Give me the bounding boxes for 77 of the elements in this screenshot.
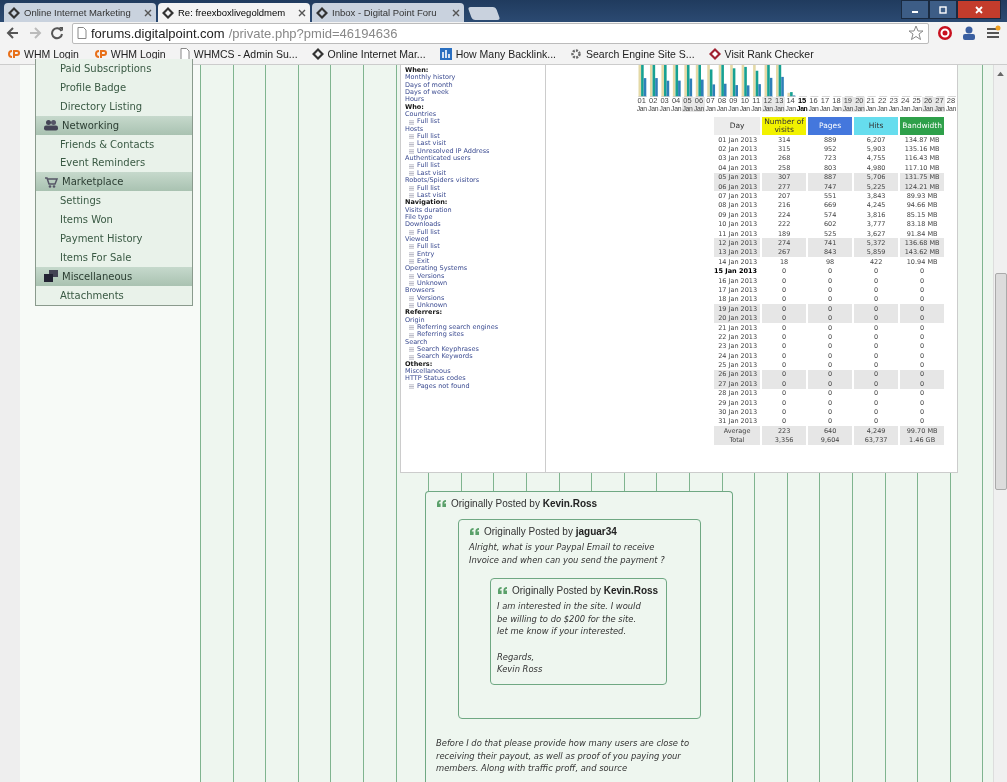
- diamond-logo-icon: [8, 6, 20, 19]
- close-icon[interactable]: [298, 8, 306, 17]
- browser-tab[interactable]: Inbox - Digital Point Foru: [312, 3, 464, 22]
- bookmark-link[interactable]: WHM Login: [6, 48, 79, 60]
- page-icon: [77, 27, 87, 39]
- bookmark-link[interactable]: WHMCS - Admin Su...: [179, 48, 298, 60]
- menu-icon[interactable]: [985, 25, 1001, 41]
- maximize-icon: [938, 4, 948, 15]
- browser-tab[interactable]: Online Internet Marketing: [4, 3, 156, 22]
- address-field[interactable]: forums.digitalpoint.com /private.php?pmid=46194636: [72, 22, 929, 44]
- diamond-logo-icon: [316, 6, 328, 19]
- bookmark-link[interactable]: Search Engine Site S...: [570, 48, 695, 60]
- sidebar-section-header: Marketplace: [36, 172, 192, 192]
- message-text: Before I do that please provide how many users are close to receiving their payout, as well as proof of you paying your members. Along with traffic proff, and source: [436, 737, 691, 775]
- quote-icon: [497, 585, 508, 595]
- diamond-logo-icon: [162, 6, 174, 19]
- minimize-button[interactable]: [901, 0, 929, 19]
- people-icon: [44, 119, 58, 132]
- bookmark-link[interactable]: Online Internet Mar...: [311, 48, 426, 60]
- maximize-button[interactable]: [929, 0, 957, 19]
- sidebar-link[interactable]: Event Reminders: [36, 153, 192, 173]
- cp-logo-icon: [92, 49, 107, 59]
- message-text: Alright, what is your Paypal Email to receive Invoice and when can you send the payment ?: [469, 541, 666, 567]
- minimize-icon: [912, 11, 918, 13]
- scroll-up-icon[interactable]: [997, 71, 1004, 76]
- cart-icon: [44, 175, 58, 188]
- scrollbar[interactable]: [993, 65, 1007, 782]
- sidebar-link[interactable]: Items For Sale: [36, 247, 192, 267]
- sidebar-link[interactable]: Profile Badge: [36, 77, 192, 97]
- sidebar-section-header: Networking: [36, 115, 192, 135]
- windows-icon: [44, 270, 58, 283]
- close-icon[interactable]: [452, 8, 460, 17]
- sidebar-link[interactable]: Payment History: [36, 229, 192, 248]
- page-icon: [179, 48, 190, 60]
- close-window-button[interactable]: [957, 0, 1001, 19]
- diamond-icon: [708, 48, 721, 60]
- browser-tab[interactable]: Re: freexboxlivegoldmem: [158, 3, 310, 22]
- scrollbar-thumb[interactable]: [994, 273, 1007, 490]
- message-text: I am interested in the site. I would be willing to do $200 for the site. let me know if your interested. Regards, Kevin Ross: [497, 600, 642, 676]
- list-icon: [409, 295, 414, 301]
- bookmark-link[interactable]: How Many Backlink...: [439, 48, 556, 60]
- bookmark-link[interactable]: WHM Login: [92, 48, 166, 60]
- list-icon: [409, 229, 414, 235]
- list-icon: [409, 383, 414, 389]
- list-icon: [409, 303, 414, 309]
- close-icon: [974, 4, 984, 15]
- cp-logo-icon: [6, 49, 20, 59]
- sidebar-link[interactable]: Items Won: [36, 210, 192, 229]
- gear-icon: [570, 48, 582, 60]
- list-icon: [409, 185, 414, 191]
- list-icon: [409, 273, 414, 279]
- star-icon[interactable]: [908, 25, 924, 41]
- diamond-logo-icon: [311, 48, 324, 60]
- new-tab-button[interactable]: [467, 7, 501, 20]
- quote-header: Originally Posted by jaguar34: [469, 524, 700, 538]
- bar-chart-icon: [439, 48, 452, 60]
- list-icon: [409, 259, 414, 265]
- quote-icon: [469, 526, 480, 536]
- sidebar-link[interactable]: Directory Listing: [36, 96, 192, 116]
- reload-icon[interactable]: [50, 26, 64, 40]
- quote-header: Originally Posted by Kevin.Ross: [497, 583, 666, 598]
- list-icon: [409, 163, 414, 169]
- list-icon: [409, 281, 414, 287]
- close-icon[interactable]: [144, 8, 152, 17]
- sidebar-link[interactable]: Settings: [36, 191, 192, 211]
- bookmark-link[interactable]: Visit Rank Checker: [708, 48, 814, 60]
- sidebar-section-header: Miscellaneous: [36, 266, 192, 286]
- quote-icon: [436, 498, 447, 508]
- sidebar-link[interactable]: Friends & Contacts: [36, 134, 192, 154]
- list-icon: [409, 171, 414, 176]
- sidebar-link[interactable]: Paid Subscriptions: [36, 59, 192, 78]
- person-icon[interactable]: [961, 25, 977, 41]
- list-icon: [409, 193, 414, 198]
- list-icon: [409, 119, 414, 125]
- quote-header: Originally Posted by Kevin.Ross: [436, 496, 732, 510]
- sidebar-link[interactable]: Attachments: [36, 285, 192, 305]
- back-icon[interactable]: [6, 26, 20, 40]
